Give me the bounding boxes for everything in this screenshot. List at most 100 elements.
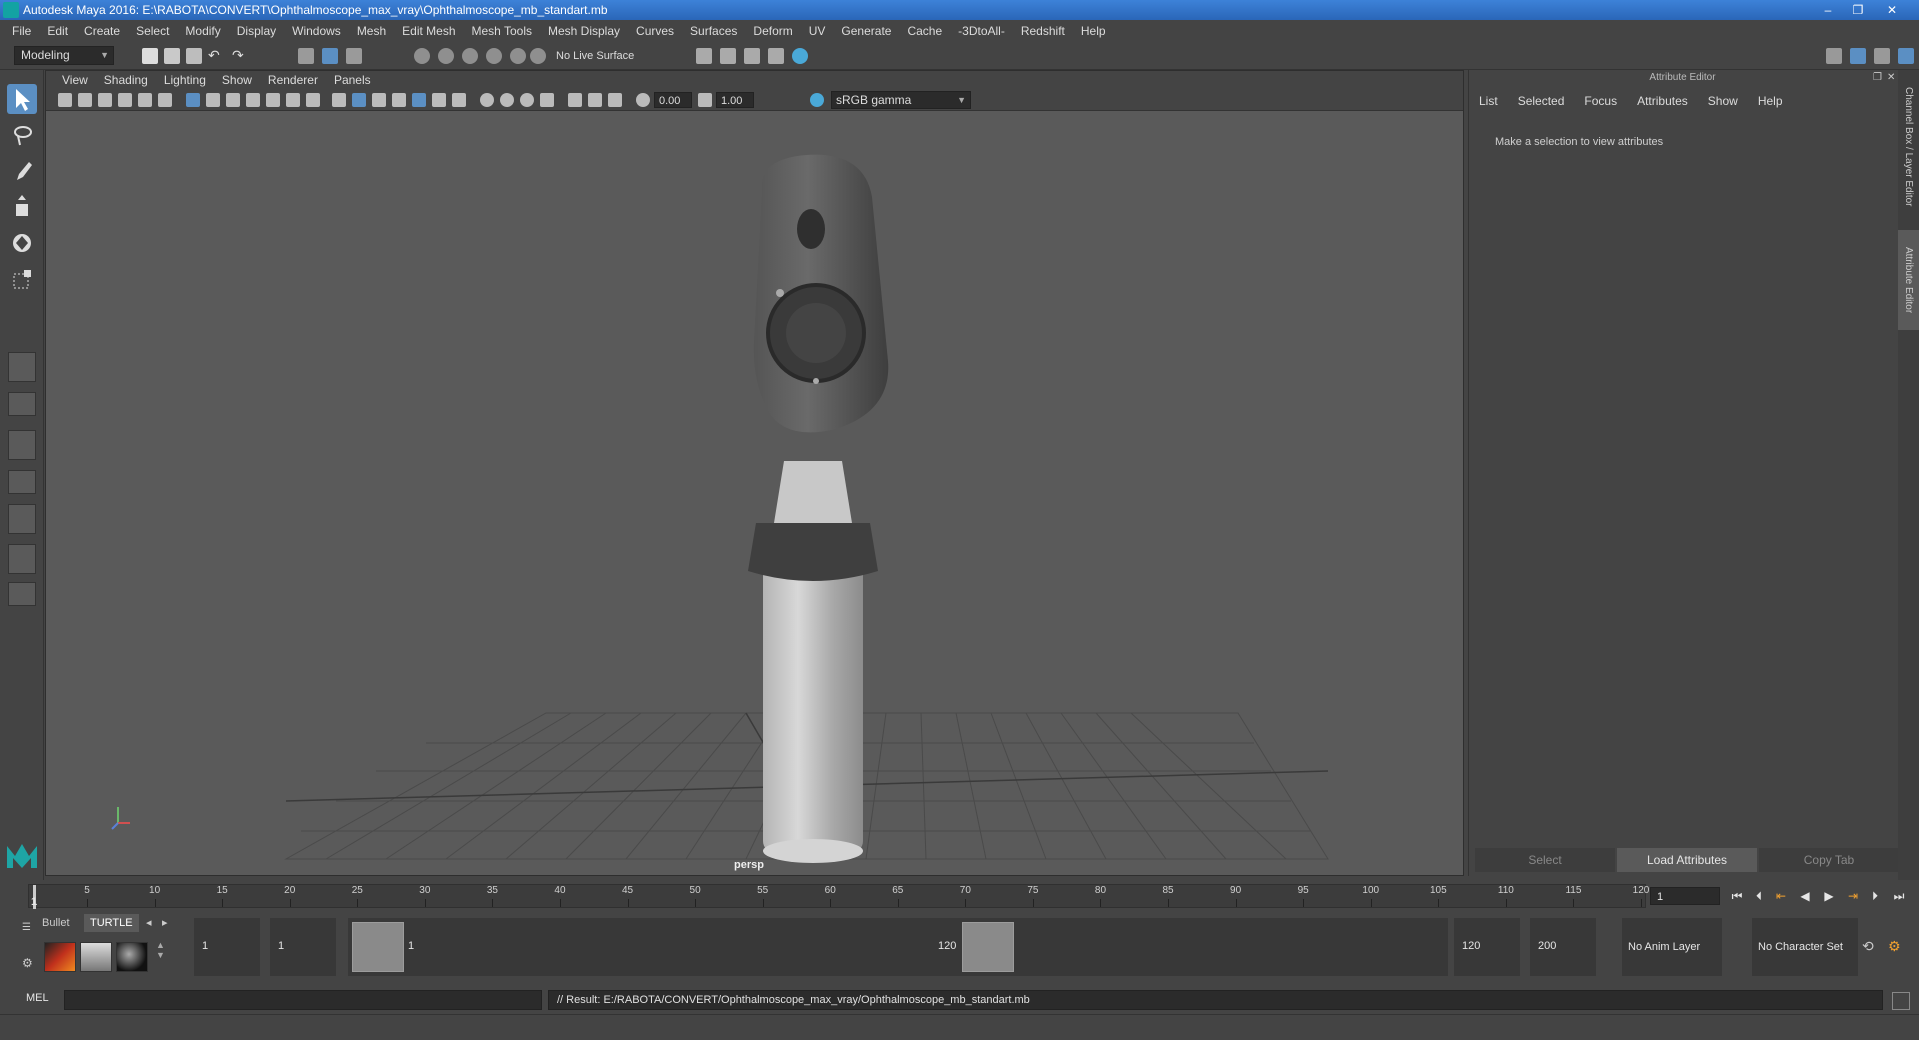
ae-menu-list[interactable]: List [1469,94,1508,108]
menu-select[interactable]: Select [128,24,177,38]
four-view-layout-button[interactable] [8,392,36,416]
menu-file[interactable]: File [4,24,39,38]
ae-menu-attributes[interactable]: Attributes [1627,94,1698,108]
bookmark-icon[interactable] [98,93,112,107]
menu-help[interactable]: Help [1073,24,1114,38]
film-gate-icon[interactable] [206,93,220,107]
x-ray-joints-icon[interactable] [588,93,602,107]
shelf-tab-turtle[interactable]: TURTLE [84,914,139,932]
bake-textures-icon[interactable] [44,942,76,972]
viewport-menu-panels[interactable]: Panels [326,73,379,87]
safe-title-icon[interactable] [306,93,320,107]
play-forwards-icon[interactable]: ▶ [1820,887,1838,905]
ae-menu-show[interactable]: Show [1698,94,1748,108]
ae-menu-focus[interactable]: Focus [1574,94,1627,108]
smooth-shade-icon[interactable] [352,93,366,107]
gamma-icon[interactable] [698,93,712,107]
step-forward-key-icon[interactable]: ⇥ [1844,887,1862,905]
backface-culling-icon[interactable] [608,93,622,107]
select-by-hierarchy-icon[interactable] [298,48,314,64]
select-by-component-icon[interactable] [346,48,362,64]
anim-layer-select[interactable]: No Anim Layer [1622,918,1722,976]
script-editor-icon[interactable] [1892,992,1910,1010]
copy-tab-button[interactable]: Copy Tab [1759,848,1899,872]
shelf-scroll-icon[interactable]: ▲ ▼ [156,940,165,960]
snap-to-view-plane-icon[interactable] [486,48,502,64]
command-input[interactable] [64,990,542,1010]
exposure-icon[interactable] [636,93,650,107]
menu-uv[interactable]: UV [801,24,834,38]
attribute-editor-tab[interactable]: Attribute Editor [1898,230,1919,330]
move-tool-button[interactable] [7,192,37,222]
new-scene-icon[interactable] [142,48,158,64]
viewport-menu-view[interactable]: View [54,73,96,87]
shelf-tab-scroll-left-icon[interactable]: ◂ [140,914,158,932]
wireframe-on-shaded-icon[interactable] [372,93,386,107]
field-chart-icon[interactable] [266,93,280,107]
grease-pencil-icon[interactable] [158,93,172,107]
workspace-icon[interactable] [1826,48,1842,64]
menu-3dtoall[interactable]: -3DtoAll- [950,24,1013,38]
perspective-viewport[interactable]: View Shading Lighting Show Renderer Pane… [45,70,1464,876]
step-back-frame-icon[interactable]: ⏴ [1750,887,1768,905]
ae-menu-selected[interactable]: Selected [1508,94,1575,108]
auto-key-icon[interactable]: ⟲ [1862,938,1874,955]
menu-display[interactable]: Display [229,24,284,38]
snap-to-point-icon[interactable] [462,48,478,64]
live-surface-field[interactable]: No Live Surface [552,47,652,65]
turtle-surface-icon[interactable] [116,942,148,972]
wireframe-icon[interactable] [332,93,346,107]
camera-attributes-icon[interactable] [78,93,92,107]
render-view-icon[interactable] [696,48,712,64]
motion-blur-icon[interactable] [480,93,494,107]
shelf-menu-icon[interactable]: ☰ [22,922,31,933]
close-button[interactable]: ✕ [1878,1,1906,19]
single-perspective-layout-button[interactable] [8,352,36,382]
snap-to-curve-icon[interactable] [438,48,454,64]
shadows-icon[interactable] [432,93,446,107]
toggle-attribute-editor-icon[interactable] [1850,48,1866,64]
play-backwards-icon[interactable]: ◀ [1796,887,1814,905]
persp-graph-layout-button[interactable] [8,470,36,494]
persp-hypershade-layout-button[interactable] [8,544,36,574]
close-panel-icon[interactable]: ✕ [1887,72,1895,83]
select-tool-button[interactable] [7,84,37,114]
isolate-select-icon[interactable] [540,93,554,107]
ophthalmoscope-model[interactable] [748,154,889,863]
minimize-button[interactable]: – [1814,1,1842,19]
menu-curves[interactable]: Curves [628,24,682,38]
make-live-icon[interactable] [530,48,546,64]
toggle-channel-box-icon[interactable] [1898,48,1914,64]
range-slider-bar[interactable]: 1 120 [348,918,1448,976]
menu-cache[interactable]: Cache [899,24,950,38]
x-ray-icon[interactable] [568,93,582,107]
step-back-key-icon[interactable]: ⇤ [1772,887,1790,905]
gate-mask-icon[interactable] [246,93,260,107]
go-to-start-icon[interactable]: ⏮ [1728,887,1746,905]
character-set-select[interactable]: No Character Set [1752,918,1858,976]
grid-icon[interactable] [186,93,200,107]
maximize-button[interactable]: ❐ [1844,1,1872,19]
shelf-tab-scroll-right-icon[interactable]: ▸ [156,914,174,932]
persp-outliner-layout-button[interactable] [8,430,36,460]
two-d-pan-zoom-icon[interactable] [138,93,152,107]
color-management-icon[interactable] [810,93,824,107]
go-to-end-icon[interactable]: ⏭ [1890,887,1908,905]
render-frame-icon[interactable] [720,48,736,64]
viewport-menu-show[interactable]: Show [214,73,260,87]
playback-end-field[interactable]: 120 [1454,918,1520,976]
paint-select-tool-button[interactable] [7,156,37,186]
textured-icon[interactable] [392,93,406,107]
menu-mesh-display[interactable]: Mesh Display [540,24,628,38]
exposure-field[interactable]: 0.00 [654,92,692,108]
select-by-object-icon[interactable] [322,48,338,64]
animation-end-field[interactable]: 200 [1530,918,1596,976]
snap-to-grid-icon[interactable] [414,48,430,64]
multisample-aa-icon[interactable] [500,93,514,107]
menu-set-selector[interactable]: Modeling ▼ [14,46,114,65]
safe-action-icon[interactable] [286,93,300,107]
step-forward-frame-icon[interactable]: ⏵ [1866,887,1884,905]
open-scene-icon[interactable] [164,48,180,64]
menu-mesh[interactable]: Mesh [349,24,394,38]
channel-box-tab[interactable]: Channel Box / Layer Editor [1898,78,1919,216]
